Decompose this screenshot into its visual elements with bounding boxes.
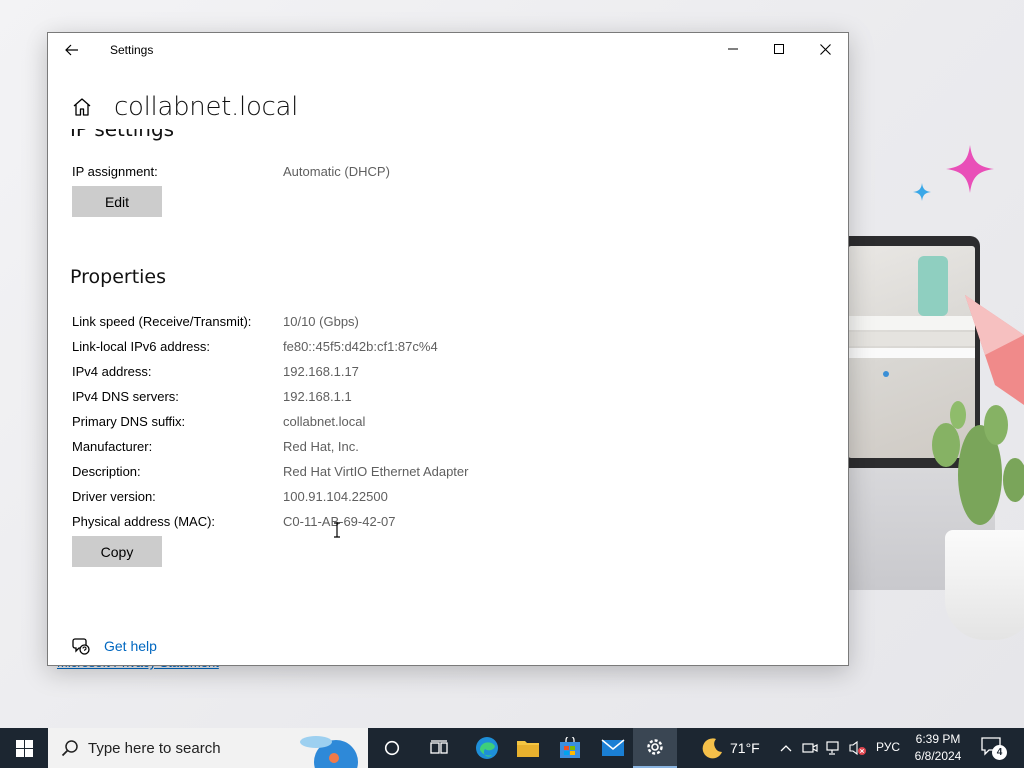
property-label: IPv4 DNS servers: — [72, 389, 179, 404]
start-button[interactable] — [0, 728, 48, 768]
minimize-button[interactable] — [710, 33, 756, 65]
edge-taskbar-button[interactable] — [465, 728, 509, 768]
ip-assignment-label: IP assignment: — [72, 164, 158, 179]
input-language[interactable]: РУС — [876, 740, 900, 754]
property-value: fe80::45f5:d42b:cf1:87c%4 — [283, 339, 438, 354]
search-placeholder: Type here to search — [88, 739, 221, 757]
get-help-link[interactable]: Get help — [104, 638, 157, 654]
sparkle-blue-icon — [913, 183, 931, 201]
settings-window: Settings collabnet.local IP settings IP … — [47, 32, 849, 666]
page-header: collabnet.local — [70, 89, 298, 125]
minimize-icon — [728, 48, 738, 50]
search-icon — [60, 738, 80, 758]
property-label: Link-local IPv6 address: — [72, 339, 211, 354]
home-icon[interactable] — [70, 95, 94, 119]
clock[interactable]: 6:39 PM 6/8/2024 — [906, 731, 970, 765]
copy-button[interactable]: Copy — [72, 536, 162, 567]
meet-now-button[interactable] — [800, 738, 820, 758]
clock-time: 6:39 PM — [915, 732, 961, 746]
page-title: collabnet.local — [114, 92, 299, 122]
windows-logo-icon — [15, 739, 33, 757]
ip-settings-heading: IP settings — [70, 129, 175, 141]
search-highlight-art-icon — [300, 736, 358, 768]
property-value: 192.168.1.17 — [283, 364, 359, 379]
store-icon — [560, 737, 580, 758]
property-value: 10/10 (Gbps) — [283, 314, 359, 329]
weather-temperature: 71°F — [730, 740, 760, 756]
edit-button[interactable]: Edit — [72, 186, 162, 217]
notification-center-button[interactable]: 4 — [980, 736, 1008, 760]
weather-widget[interactable]: 71°F — [700, 728, 760, 768]
text-cursor-icon — [334, 522, 340, 538]
property-label: Physical address (MAC): — [72, 514, 216, 529]
volume-muted-icon — [849, 740, 866, 756]
maximize-button[interactable] — [756, 33, 802, 65]
title-bar[interactable]: Settings — [48, 33, 848, 67]
moon-icon — [702, 738, 722, 759]
settings-content[interactable]: IP settings IP assignment: Automatic (DH… — [48, 129, 848, 665]
mail-taskbar-button[interactable] — [591, 728, 635, 768]
property-label: Primary DNS suffix: — [72, 414, 186, 429]
clock-date: 6/8/2024 — [914, 749, 962, 763]
network-icon — [826, 741, 839, 755]
close-button[interactable] — [802, 33, 848, 65]
store-taskbar-button[interactable] — [548, 728, 592, 768]
property-value: 100.91.104.22500 — [283, 489, 388, 504]
property-value: collabnet.local — [283, 414, 366, 429]
taskbar-search[interactable]: Type here to search — [48, 728, 368, 768]
volume-tray-button[interactable] — [848, 738, 868, 758]
task-view-icon — [430, 740, 448, 754]
settings-gear-icon — [647, 739, 663, 755]
plant-pot — [945, 530, 1024, 640]
maximize-icon — [774, 44, 784, 54]
property-label: IPv4 address: — [72, 364, 152, 379]
chevron-up-icon — [780, 745, 792, 752]
network-tray-button[interactable] — [824, 738, 844, 758]
mail-icon — [601, 739, 625, 756]
file-explorer-taskbar-button[interactable] — [506, 728, 550, 768]
notification-count-badge: 4 — [992, 745, 1007, 760]
property-label: Description: — [72, 464, 141, 479]
taskbar: Type here to search 71°F РУС 6:39 PM 6/8… — [0, 728, 1024, 768]
property-label: Manufacturer: — [72, 439, 153, 454]
get-help[interactable]: Get help — [72, 637, 157, 655]
help-chat-icon — [72, 637, 90, 655]
property-value: 192.168.1.1 — [283, 389, 352, 404]
camera-icon — [802, 743, 818, 753]
app-title: Settings — [110, 43, 154, 57]
back-button[interactable] — [60, 38, 84, 62]
task-view-button[interactable] — [417, 728, 461, 768]
cortana-button[interactable] — [370, 728, 414, 768]
tray-overflow-button[interactable] — [776, 738, 796, 758]
file-explorer-icon — [517, 741, 539, 757]
ip-assignment-value: Automatic (DHCP) — [283, 164, 390, 179]
settings-taskbar-button[interactable] — [633, 728, 677, 768]
property-value: Red Hat VirtIO Ethernet Adapter — [283, 464, 469, 479]
paper-plane-icon — [965, 295, 1024, 405]
cortana-icon — [384, 740, 400, 756]
properties-heading: Properties — [70, 266, 167, 288]
property-value: Red Hat, Inc. — [283, 439, 359, 454]
close-icon — [819, 43, 831, 55]
edge-icon — [476, 737, 498, 759]
property-label: Link speed (Receive/Transmit): — [72, 314, 252, 329]
back-arrow-icon — [65, 44, 78, 56]
sparkle-pink-icon — [946, 145, 994, 193]
property-label: Driver version: — [72, 489, 156, 504]
